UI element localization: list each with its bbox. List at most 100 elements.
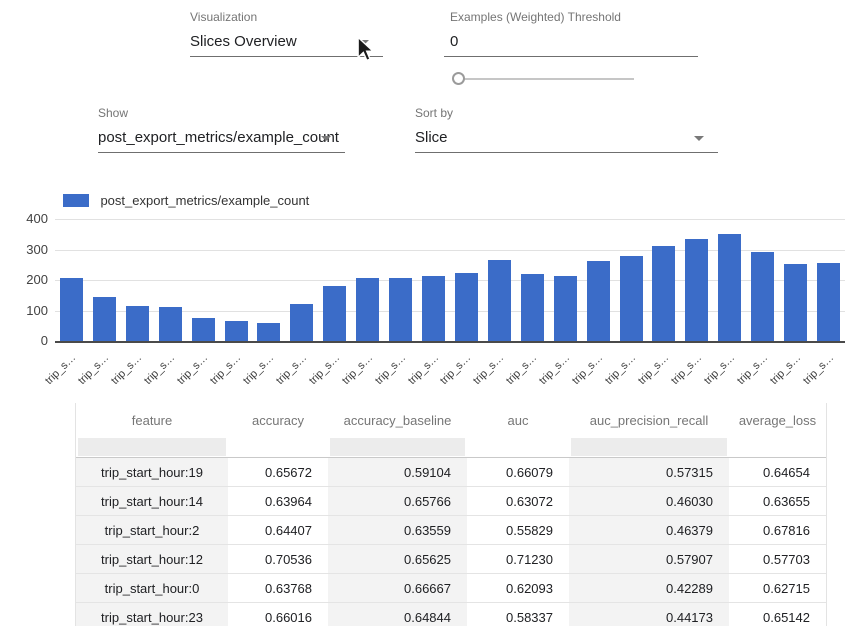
y-axis-tick-label: 100	[14, 303, 48, 319]
bar[interactable]	[93, 297, 116, 341]
filter-cell	[328, 437, 467, 457]
feature-cell: trip_start_hour:14	[76, 487, 228, 515]
bar[interactable]	[159, 307, 182, 341]
chevron-down-icon[interactable]	[694, 136, 704, 141]
metric-cell: 0.46030	[569, 487, 729, 515]
metric-cell: 0.44173	[569, 603, 729, 626]
visualization-label: Visualization	[190, 10, 383, 24]
bar[interactable]	[521, 274, 544, 341]
column-header-accuracy[interactable]: accuracy	[228, 403, 328, 437]
sort-by-control: Sort by Slice	[415, 106, 718, 153]
column-header-feature[interactable]: feature	[76, 403, 228, 437]
bar[interactable]	[488, 260, 511, 341]
filter-cell	[76, 437, 228, 457]
bar[interactable]	[257, 323, 280, 341]
sort-by-label: Sort by	[415, 106, 718, 120]
sort-by-underline	[415, 152, 718, 153]
metric-cell: 0.64407	[228, 516, 328, 544]
filter-cell	[467, 437, 569, 457]
metric-cell: 0.66667	[328, 574, 467, 602]
metric-cell: 0.71230	[467, 545, 569, 573]
sort-by-selected-value: Slice	[415, 129, 448, 146]
metric-cell: 0.65625	[328, 545, 467, 573]
metric-cell: 0.63964	[228, 487, 328, 515]
bar[interactable]	[620, 256, 643, 341]
table-row[interactable]: trip_start_hour:20.644070.635590.558290.…	[76, 516, 826, 545]
feature-cell: trip_start_hour:23	[76, 603, 228, 626]
metric-cell: 0.46379	[569, 516, 729, 544]
bar[interactable]	[356, 278, 379, 341]
filter-cell	[569, 437, 729, 457]
bar[interactable]	[422, 276, 445, 341]
bar[interactable]	[455, 273, 478, 341]
threshold-value: 0	[450, 33, 458, 50]
metric-cell: 0.57703	[729, 545, 826, 573]
metric-cell: 0.66079	[467, 458, 569, 486]
legend-swatch-icon	[63, 194, 89, 207]
metric-cell: 0.63559	[328, 516, 467, 544]
column-header-average_loss[interactable]: average_loss	[729, 403, 826, 437]
metric-cell: 0.63072	[467, 487, 569, 515]
bar[interactable]	[817, 263, 840, 341]
column-header-auc[interactable]: auc	[467, 403, 569, 437]
sort-by-select[interactable]: Slice	[415, 126, 718, 150]
column-header-accuracy_baseline[interactable]: accuracy_baseline	[328, 403, 467, 437]
threshold-label: Examples (Weighted) Threshold	[444, 10, 698, 24]
bar[interactable]	[323, 286, 346, 341]
chevron-down-icon[interactable]	[359, 40, 369, 45]
visualization-selected-value: Slices Overview	[190, 33, 297, 50]
bar[interactable]	[126, 306, 149, 341]
metric-cell: 0.65672	[228, 458, 328, 486]
show-control: Show post_export_metrics/example_count	[98, 106, 345, 153]
metric-cell: 0.42289	[569, 574, 729, 602]
metric-cell: 0.64654	[729, 458, 826, 486]
filter-box	[230, 438, 326, 456]
metric-cell: 0.62715	[729, 574, 826, 602]
metric-cell: 0.57907	[569, 545, 729, 573]
show-underline	[98, 152, 345, 153]
bar[interactable]	[554, 276, 577, 341]
feature-cell: trip_start_hour:12	[76, 545, 228, 573]
threshold-control: Examples (Weighted) Threshold 0	[444, 10, 698, 57]
bar[interactable]	[60, 278, 83, 341]
bar[interactable]	[751, 252, 774, 341]
metric-cell: 0.62093	[467, 574, 569, 602]
chevron-down-icon[interactable]	[321, 136, 331, 141]
bar[interactable]	[718, 234, 741, 341]
bar[interactable]	[389, 278, 412, 341]
bar[interactable]	[587, 261, 610, 341]
bar[interactable]	[192, 318, 215, 341]
y-axis-tick-label: 400	[14, 211, 48, 227]
slider-track[interactable]	[458, 78, 634, 80]
bar[interactable]	[225, 321, 248, 341]
filter-cell	[729, 437, 826, 457]
table-row[interactable]: trip_start_hour:140.639640.657660.630720…	[76, 487, 826, 516]
filter-box	[330, 438, 465, 456]
bar[interactable]	[685, 239, 708, 341]
table-row[interactable]: trip_start_hour:00.637680.666670.620930.…	[76, 574, 826, 603]
table-row[interactable]: trip_start_hour:190.656720.591040.660790…	[76, 458, 826, 487]
feature-cell: trip_start_hour:19	[76, 458, 228, 486]
threshold-input[interactable]: 0	[444, 30, 698, 54]
y-axis-tick-label: 0	[14, 333, 48, 349]
bar[interactable]	[290, 304, 313, 341]
threshold-underline	[444, 56, 698, 57]
gridline	[55, 219, 845, 220]
slider-thumb[interactable]	[452, 72, 465, 85]
show-select[interactable]: post_export_metrics/example_count	[98, 126, 345, 150]
column-header-auc_precision_recall[interactable]: auc_precision_recall	[569, 403, 729, 437]
metric-cell: 0.63768	[228, 574, 328, 602]
table-header-row: featureaccuracyaccuracy_baselineaucauc_p…	[76, 403, 826, 437]
metric-cell: 0.59104	[328, 458, 467, 486]
bar[interactable]	[652, 246, 675, 341]
metric-cell: 0.57315	[569, 458, 729, 486]
bar[interactable]	[784, 264, 807, 341]
filter-cell	[228, 437, 328, 457]
filter-box	[78, 438, 226, 456]
table-row[interactable]: trip_start_hour:230.660160.648440.583370…	[76, 603, 826, 626]
threshold-slider[interactable]	[452, 71, 634, 87]
table-row[interactable]: trip_start_hour:120.705360.656250.712300…	[76, 545, 826, 574]
show-selected-value: post_export_metrics/example_count	[98, 129, 339, 146]
slices-bar-chart: post_export_metrics/example_count 010020…	[0, 190, 863, 395]
visualization-select[interactable]: Slices Overview	[190, 30, 383, 54]
